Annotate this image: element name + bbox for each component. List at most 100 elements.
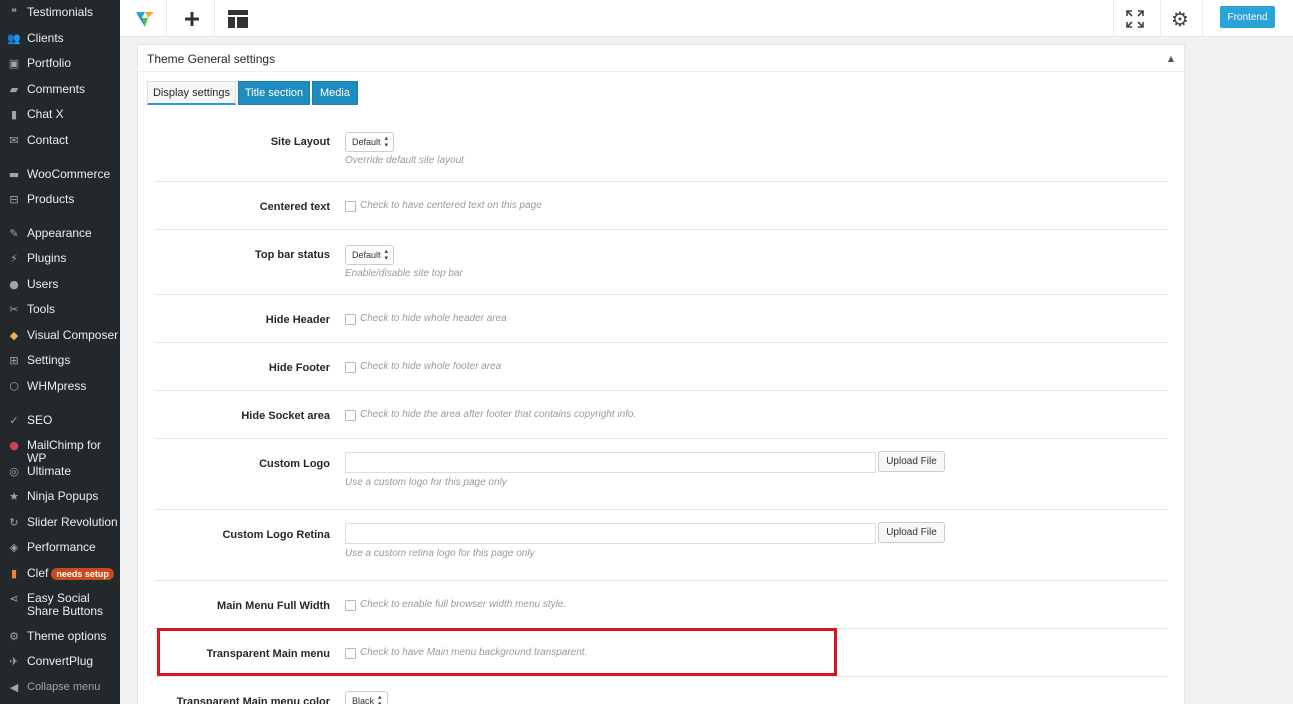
convertplug-icon: ✈ xyxy=(9,655,19,668)
select-arrows-icon: ▴ ▾ xyxy=(384,247,389,262)
custom-logo-upload-button[interactable]: Upload File xyxy=(878,451,945,472)
transparent-menu-color-select[interactable]: Black ▴ ▾ xyxy=(345,691,388,704)
frontend-button[interactable]: Frontend xyxy=(1220,6,1275,28)
admin-sidebar: ❝ Testimonials 👥 Clients ▣ Portfolio ▰ Comme… xyxy=(0,0,120,704)
sidebar-item-label: WooCommerce xyxy=(27,167,111,181)
mail-icon: ✉ xyxy=(9,134,19,147)
whmpress-icon: ⬡ xyxy=(9,380,19,393)
custom-logo-retina-input[interactable] xyxy=(345,523,876,544)
sidebar-item-woocommerce[interactable]: ▬ WooCommerce xyxy=(0,167,120,182)
hide-header-checkbox[interactable] xyxy=(345,314,356,325)
tab-display-settings[interactable]: Display settings xyxy=(147,81,236,105)
select-arrows-icon: ▴ ▾ xyxy=(378,693,382,704)
transparent-menu-color-value: Black xyxy=(352,696,375,704)
sidebar-item-label: Chat X xyxy=(27,107,64,121)
mailchimp-icon: ● xyxy=(9,439,19,452)
sidebar-item-seo[interactable]: ✓ SEO xyxy=(0,413,120,428)
toolbar-divider xyxy=(1160,0,1161,37)
menu-full-width-checkbox[interactable] xyxy=(345,600,356,611)
sidebar-item-testimonials[interactable]: ❝ Testimonials xyxy=(0,6,120,20)
custom-logo-label: Custom Logo xyxy=(259,458,330,470)
top-bar-status-select[interactable]: Default ▴ ▾ xyxy=(345,245,394,265)
top-bar-status-hint: Enable/disable site top bar xyxy=(345,268,463,279)
top-bar-status-label: Top bar status xyxy=(255,249,330,261)
sidebar-item-chat-x[interactable]: ▮ Chat X xyxy=(0,107,120,122)
menu-full-width-hint: Check to enable full browser width menu … xyxy=(360,599,567,610)
row-divider xyxy=(154,294,1167,295)
sidebar-item-clients[interactable]: 👥 Clients xyxy=(0,32,120,46)
sidebar-item-theme-options[interactable]: ⚙ Theme options xyxy=(0,630,120,644)
visual-composer-logo-icon xyxy=(136,11,154,27)
centered-text-hint: Check to have centered text on this page xyxy=(360,200,542,211)
sidebar-item-comments[interactable]: ▰ Comments xyxy=(0,83,120,97)
hide-header-hint: Check to hide whole header area xyxy=(360,313,507,324)
sidebar-item-easy-social-share[interactable]: ⋖ Easy Social Share Buttons xyxy=(0,592,120,618)
share-icon: ⋖ xyxy=(9,592,19,605)
sidebar-item-portfolio[interactable]: ▣ Portfolio xyxy=(0,57,120,71)
sidebar-item-settings[interactable]: ⊞ Settings xyxy=(0,353,120,368)
toolbar-divider xyxy=(166,0,167,37)
sidebar-item-whmpress[interactable]: ⬡ WHMpress xyxy=(0,380,120,394)
sidebar-item-label: SEO xyxy=(27,413,53,427)
sidebar-item-slider-revolution[interactable]: ↻ Slider Revolution xyxy=(0,516,120,530)
custom-logo-input[interactable] xyxy=(345,452,876,473)
comments-icon: ▰ xyxy=(9,83,19,96)
templates-button[interactable] xyxy=(223,0,253,37)
toolbar-divider xyxy=(214,0,215,37)
add-element-button[interactable] xyxy=(177,0,207,37)
sidebar-item-label: Products xyxy=(27,192,75,206)
collapse-triangle-icon[interactable]: ▲ xyxy=(1168,54,1174,63)
sidebar-item-appearance[interactable]: ✎ Appearance xyxy=(0,226,120,241)
sidebar-item-ultimate[interactable]: ◎ Ultimate xyxy=(0,465,120,479)
collapse-menu-button[interactable]: ◀ Collapse menu xyxy=(0,681,120,694)
fullscreen-button[interactable] xyxy=(1120,0,1150,37)
hide-footer-checkbox[interactable] xyxy=(345,362,356,373)
settings-button[interactable]: ⚙ xyxy=(1165,0,1195,37)
clef-icon: ▮ xyxy=(10,567,18,580)
sidebar-item-plugins[interactable]: ⚡ Plugins xyxy=(0,252,120,266)
sidebar-item-label: Settings xyxy=(27,353,71,367)
site-layout-select[interactable]: Default ▴ ▾ xyxy=(345,132,394,152)
tab-title-section[interactable]: Title section xyxy=(238,81,310,105)
sidebar-item-tools[interactable]: ✂ Tools xyxy=(0,303,120,317)
sidebar-item-mailchimp[interactable]: ● MailChimp for WP xyxy=(0,439,120,465)
tab-media[interactable]: Media xyxy=(312,81,358,105)
sidebar-item-label: ConvertPlug xyxy=(27,654,94,668)
centered-text-checkbox[interactable] xyxy=(345,201,356,212)
sidebar-item-clef[interactable]: ▮ Clef needs setup xyxy=(0,567,120,580)
row-divider xyxy=(154,676,1167,677)
sidebar-item-label: MailChimp for WP xyxy=(27,438,102,465)
hide-socket-hint: Check to hide the area after footer that… xyxy=(360,409,637,420)
panel-header[interactable]: Theme General settings ▲ xyxy=(138,45,1184,72)
sidebar-item-label: Users xyxy=(27,277,59,291)
sidebar-item-users[interactable]: ● Users xyxy=(0,277,120,292)
centered-text-label: Centered text xyxy=(259,201,330,213)
seo-icon: ✓ xyxy=(9,414,19,427)
performance-icon: ◈ xyxy=(9,541,19,554)
collapse-menu-label: Collapse menu xyxy=(27,681,101,693)
sidebar-item-performance[interactable]: ◈ Performance xyxy=(0,541,120,555)
top-bar-status-value: Default xyxy=(352,250,381,260)
highlight-box xyxy=(157,628,837,676)
users-icon: ● xyxy=(9,278,19,291)
portfolio-icon: ▣ xyxy=(8,57,20,70)
settings-icon: ⊞ xyxy=(9,354,19,367)
row-divider xyxy=(154,181,1167,182)
sidebar-item-ninja-popups[interactable]: ★ Ninja Popups xyxy=(0,490,120,504)
plus-icon xyxy=(185,11,199,26)
sidebar-item-products[interactable]: ⊟ Products xyxy=(0,192,120,207)
menu-full-width-label: Main Menu Full Width xyxy=(217,600,330,612)
sidebar-item-visual-composer[interactable]: ◆ Visual Composer xyxy=(0,329,120,343)
row-divider xyxy=(154,509,1167,510)
sidebar-item-label: Appearance xyxy=(27,226,92,240)
panel-title: Theme General settings xyxy=(147,52,276,66)
select-arrows-icon: ▴ ▾ xyxy=(384,134,389,149)
sidebar-item-convertplug[interactable]: ✈ ConvertPlug xyxy=(0,654,120,669)
toolbar-divider xyxy=(1202,0,1203,37)
custom-logo-retina-upload-button[interactable]: Upload File xyxy=(878,522,945,543)
hide-socket-checkbox[interactable] xyxy=(345,410,356,421)
transparent-menu-color-label: Transparent Main menu color xyxy=(176,696,330,704)
sidebar-item-contact[interactable]: ✉ Contact xyxy=(0,134,120,148)
theme-general-settings-panel: Theme General settings ▲ Display setting… xyxy=(137,44,1185,704)
visual-composer-logo[interactable] xyxy=(130,0,160,37)
